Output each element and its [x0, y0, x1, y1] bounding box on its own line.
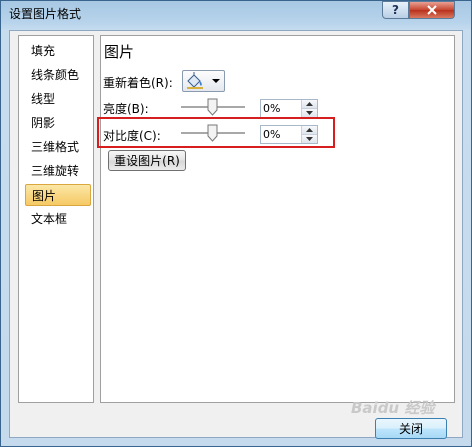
brightness-slider[interactable] — [181, 96, 245, 118]
window-close-button[interactable] — [409, 1, 455, 19]
nav-item-text-box[interactable]: 文本框 — [25, 208, 91, 230]
brightness-input[interactable] — [261, 100, 303, 117]
nav-item-shadow[interactable]: 阴影 — [25, 112, 91, 134]
help-button[interactable]: ? — [382, 1, 409, 19]
dialog-title: 设置图片格式 — [9, 7, 82, 21]
dialog-window: 设置图片格式 ? 填充 线条颜色 线型 阴影 三维格式 三维旋转 图片 文本框 … — [0, 0, 472, 447]
nav-item-picture[interactable]: 图片 — [25, 184, 91, 206]
brightness-decrease-button[interactable] — [301, 109, 317, 117]
close-icon — [427, 5, 437, 15]
nav-item-3d-format[interactable]: 三维格式 — [25, 136, 91, 158]
spin-down-icon — [306, 111, 313, 115]
nav-item-line-style[interactable]: 线型 — [25, 88, 91, 110]
chevron-down-icon — [212, 79, 220, 83]
brightness-spinbox — [260, 99, 318, 118]
brightness-label: 亮度(B): — [103, 102, 149, 116]
nav-item-3d-rotation[interactable]: 三维旋转 — [25, 160, 91, 182]
dialog-client-area: 填充 线条颜色 线型 阴影 三维格式 三维旋转 图片 文本框 图片 重新着色(R… — [9, 30, 463, 438]
brightness-increase-button[interactable] — [301, 100, 317, 109]
panel-title: 图片 — [104, 43, 135, 61]
spin-up-icon — [306, 102, 313, 106]
close-dialog-button[interactable]: 关闭 — [375, 418, 447, 439]
category-list: 填充 线条颜色 线型 阴影 三维格式 三维旋转 图片 文本框 — [18, 35, 94, 403]
help-icon: ? — [392, 3, 399, 17]
nav-item-line-color[interactable]: 线条颜色 — [25, 64, 91, 86]
recolor-dropdown[interactable] — [182, 70, 225, 92]
brightness-slider-thumb[interactable] — [207, 98, 218, 116]
contrast-highlight-box — [97, 117, 335, 148]
picture-settings-panel: 图片 重新着色(R): 亮度(B): 0% 对比度(C): 0% 重设图片(R) — [100, 35, 455, 403]
title-bar[interactable]: 设置图片格式 ? — [1, 1, 471, 27]
reset-picture-button[interactable]: 重设图片(R) — [108, 150, 186, 171]
nav-item-fill[interactable]: 填充 — [25, 40, 91, 62]
paint-bucket-icon — [187, 72, 203, 89]
recolor-label: 重新着色(R): — [103, 76, 173, 90]
